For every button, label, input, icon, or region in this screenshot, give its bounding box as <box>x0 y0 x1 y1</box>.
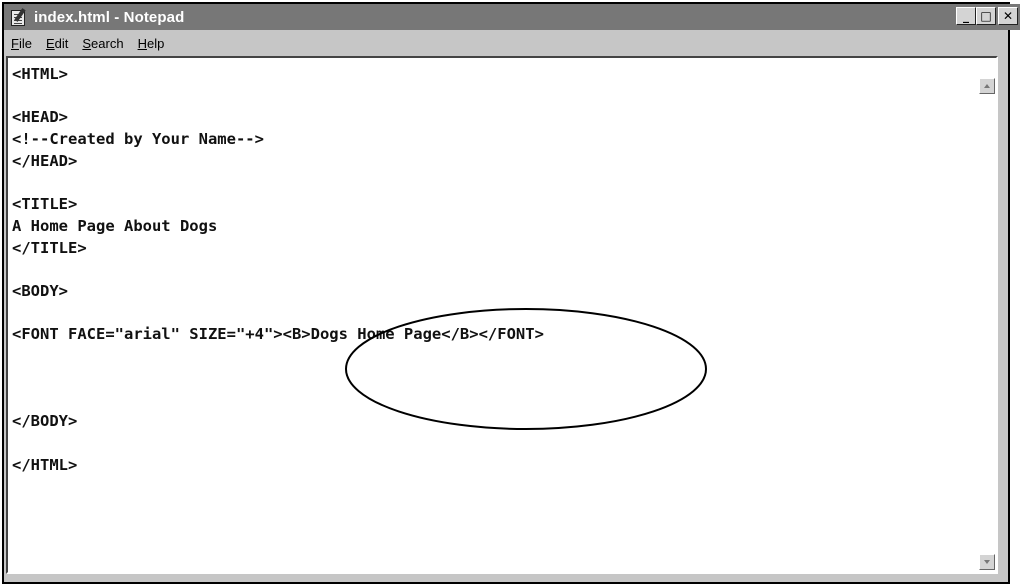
text-editor-area[interactable]: <HTML> <HEAD> <!--Created by Your Name--… <box>6 56 998 574</box>
vertical-scrollbar[interactable] <box>978 58 996 572</box>
window-controls: _ □ ✕ <box>956 7 1018 25</box>
minimize-button[interactable]: _ <box>956 7 976 25</box>
window-title: index.html - Notepad <box>34 8 185 26</box>
scroll-down-arrow-icon[interactable] <box>979 554 995 570</box>
menu-bar: File Edit Search Help <box>4 32 1020 54</box>
notepad-icon[interactable] <box>10 8 28 26</box>
scroll-up-arrow-icon[interactable] <box>979 78 995 94</box>
title-bar[interactable]: index.html - Notepad _ □ ✕ <box>4 4 1020 30</box>
menu-help[interactable]: Help <box>131 36 172 51</box>
close-button[interactable]: ✕ <box>998 7 1018 25</box>
menu-file[interactable]: File <box>4 36 39 51</box>
menu-edit[interactable]: Edit <box>39 36 75 51</box>
maximize-button[interactable]: □ <box>976 7 996 25</box>
document-text[interactable]: <HTML> <HEAD> <!--Created by Your Name--… <box>12 64 544 476</box>
menu-search[interactable]: Search <box>75 36 130 51</box>
